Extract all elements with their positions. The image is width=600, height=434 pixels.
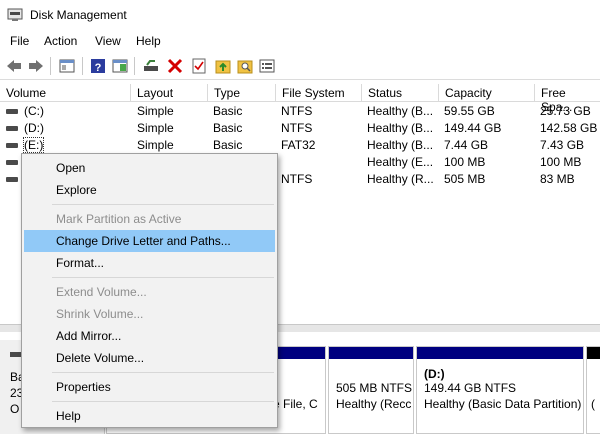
column-header-file-system[interactable]: File System [276,84,362,102]
volume-type: Basic [213,104,243,118]
menu-item-mark-partition-active[interactable]: Mark Partition as Active [24,208,275,230]
table-row[interactable]: (E:) Simple Basic FAT32 Healthy (B... 7.… [0,137,600,154]
volume-free-space: 83 MB [540,172,575,186]
volume-name: (D:) [24,121,44,135]
partition-header-bar [417,347,583,359]
list-view-icon[interactable] [258,57,276,75]
volume-type: Basic [213,121,243,135]
volume-file-system: NTFS [281,104,313,118]
menu-bar: File Action View Help [0,30,600,52]
connect-disk-icon[interactable] [142,57,160,75]
folder-up-icon[interactable] [214,57,232,75]
partition-info-line: e File, C [273,397,318,411]
volume-status: Healthy (B... [367,104,434,118]
back-arrow-icon[interactable] [5,57,23,75]
volume-type: Basic [213,138,243,152]
column-header-capacity[interactable]: Capacity [439,84,535,102]
properties-check-icon[interactable] [190,57,208,75]
drive-icon [6,126,18,131]
menu-view[interactable]: View [95,34,121,48]
volume-layout: Simple [137,104,174,118]
partition-header-bar [329,347,413,359]
column-header-status[interactable]: Status [362,84,439,102]
menu-separator [52,401,274,402]
menu-item-help[interactable]: Help [24,405,275,427]
partition-name: (D:) [424,367,445,381]
menu-separator [52,277,274,278]
toolbar-separator [50,57,51,75]
partition-info-line: Healthy (Recc [336,397,412,411]
volume-free-space: 25.73 GB [540,104,591,118]
volume-layout: Simple [137,121,174,135]
menu-separator [52,204,274,205]
menu-item-delete-volume[interactable]: Delete Volume... [24,347,275,369]
context-menu: Open Explore Mark Partition as Active Ch… [21,153,278,428]
volume-name: (E:) [22,137,45,153]
toolbar: ? [0,52,600,80]
volume-free-space: 142.58 GB [540,121,598,135]
menu-item-shrink-volume[interactable]: Shrink Volume... [24,303,275,325]
volume-capacity: 100 MB [444,155,486,169]
column-header-volume[interactable]: Volume [0,84,131,102]
delete-icon[interactable] [166,57,184,75]
volume-capacity: 7.44 GB [444,138,489,152]
menu-action[interactable]: Action [44,34,77,48]
volume-free-space: 100 MB [540,155,582,169]
volume-file-system: NTFS [281,121,313,135]
partition-info-line: 505 MB NTFS [336,381,413,395]
volume-name: (C:) [24,104,44,118]
show-pane-icon[interactable] [111,57,129,75]
table-row[interactable]: (C:) Simple Basic NTFS Healthy (B... 59.… [0,103,600,120]
partition-info-line: ( [591,397,595,411]
menu-item-open[interactable]: Open [24,157,275,179]
drive-icon [6,160,18,165]
window-title: Disk Management [30,8,127,22]
menu-item-add-mirror[interactable]: Add Mirror... [24,325,275,347]
volume-status: Healthy (E... [367,155,434,169]
forward-arrow-icon[interactable] [27,57,45,75]
volume-file-system: FAT32 [281,138,316,152]
menu-item-properties[interactable]: Properties [24,376,275,398]
menu-help[interactable]: Help [136,34,161,48]
volume-capacity: 149.44 GB [444,121,502,135]
volume-capacity: 59.55 GB [444,104,495,118]
volume-status: Healthy (B... [367,121,434,135]
title-bar: Disk Management [0,0,600,30]
table-row[interactable]: (D:) Simple Basic NTFS Healthy (B... 149… [0,120,600,137]
menu-file[interactable]: File [10,34,29,48]
partition-header-bar [587,347,600,359]
drive-icon [6,109,18,114]
partition-block-d[interactable]: (D:) 149.44 GB NTFS Healthy (Basic Data … [416,346,584,434]
disk-management-app-icon [7,8,23,22]
menu-item-explore[interactable]: Explore [24,179,275,201]
menu-item-format[interactable]: Format... [24,252,275,274]
partition-block[interactable]: 505 MB NTFS Healthy (Recc [328,346,414,434]
partition-info-line: 149.44 GB NTFS [424,381,517,395]
folder-search-icon[interactable] [236,57,254,75]
menu-separator [52,372,274,373]
volume-capacity: 505 MB [444,172,486,186]
volume-status: Healthy (B... [367,138,434,152]
volume-status: Healthy (R... [367,172,434,186]
volume-file-system: NTFS [281,172,313,186]
column-header-free-space[interactable]: Free Spa... [535,84,600,114]
volume-free-space: 7.43 GB [540,138,585,152]
drive-icon [6,177,18,182]
help-icon[interactable]: ? [89,57,107,75]
menu-item-extend-volume[interactable]: Extend Volume... [24,281,275,303]
column-header-type[interactable]: Type [208,84,276,102]
drive-icon [6,143,18,148]
column-header-layout[interactable]: Layout [131,84,208,102]
volume-layout: Simple [137,138,174,152]
toolbar-separator [134,57,135,75]
svg-text:?: ? [95,62,102,74]
partition-info-line: Healthy (Basic Data Partition) [424,397,582,411]
partition-block[interactable]: ( [586,346,600,434]
menu-item-change-drive-letter[interactable]: Change Drive Letter and Paths... [24,230,275,252]
console-tree-icon[interactable] [58,57,76,75]
toolbar-separator [82,57,83,75]
disk-label-line: O [10,402,20,416]
